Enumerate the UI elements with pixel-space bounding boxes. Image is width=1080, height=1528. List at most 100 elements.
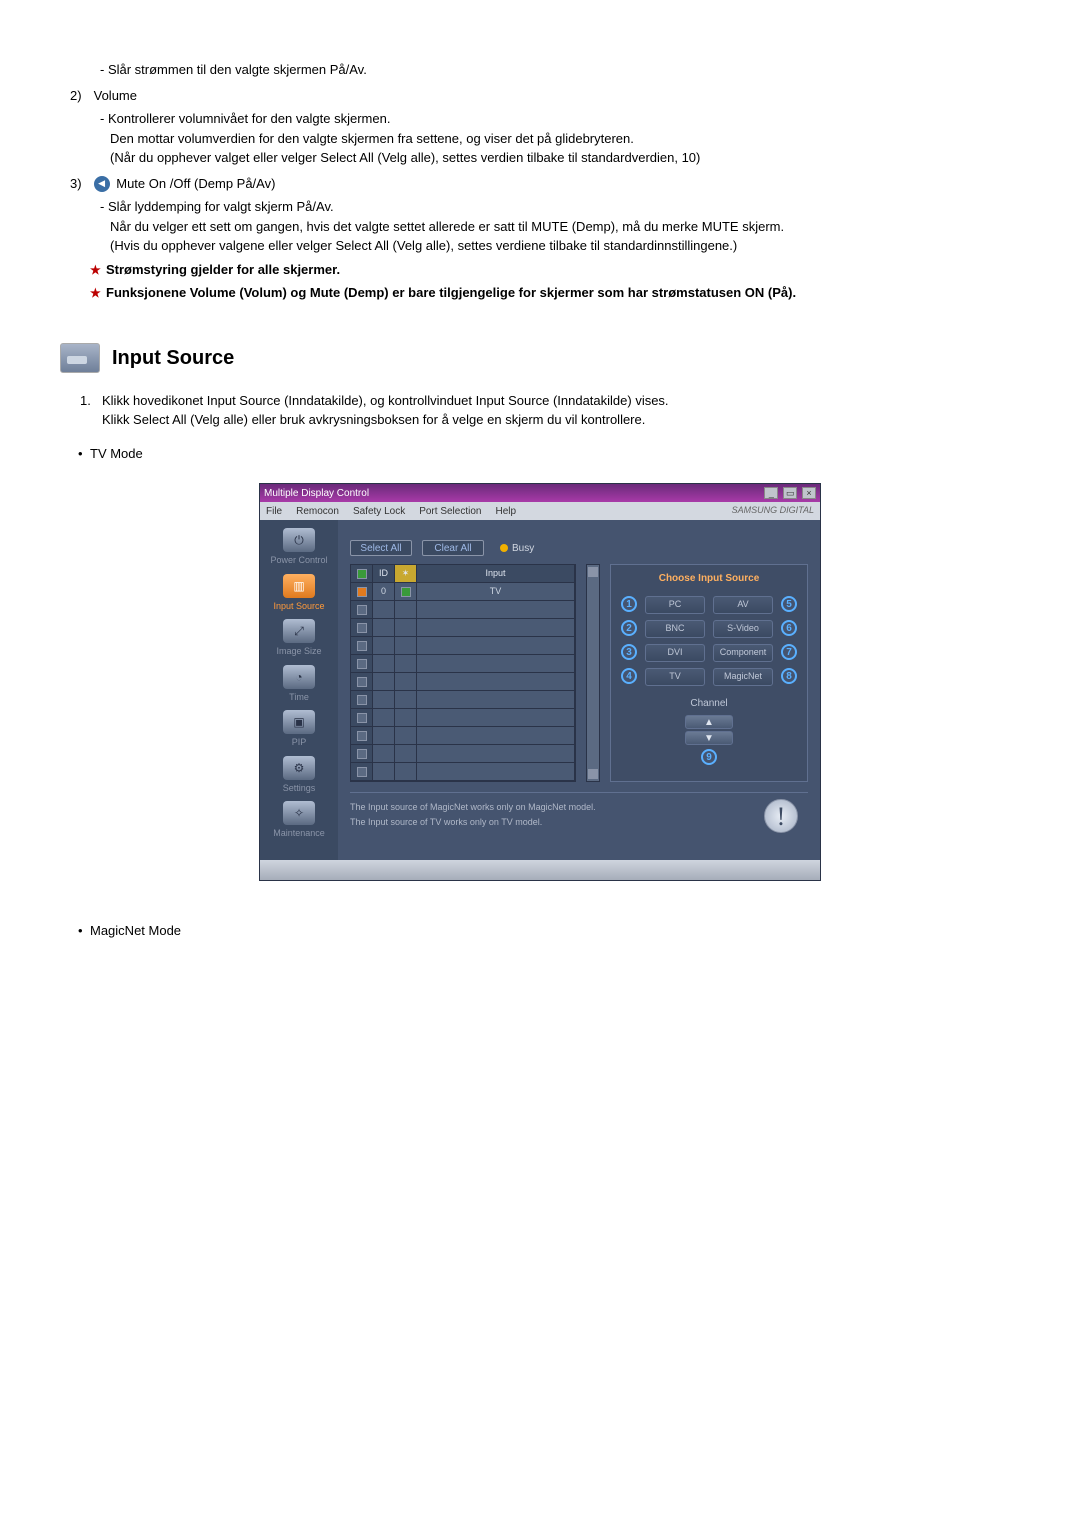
row-checkbox[interactable]: [357, 695, 367, 705]
select-all-button[interactable]: Select All: [350, 540, 412, 556]
table-row[interactable]: [351, 745, 575, 763]
mute-icon: ◀: [94, 176, 110, 192]
image-size-icon: ⤢: [283, 619, 315, 643]
window-statusbar: [260, 860, 820, 880]
restore-icon[interactable]: ▭: [783, 487, 797, 499]
callout-2: 2: [621, 620, 637, 636]
star-note-2: Funksjonene Volume (Volum) og Mute (Demp…: [90, 283, 1020, 303]
grid-scrollbar[interactable]: [586, 564, 600, 782]
item3-line2: Når du velger ett sett om gangen, hvis d…: [110, 217, 1020, 237]
numlist-1-text-a: Klikk hovedikonet Input Source (Inndatak…: [102, 393, 669, 408]
display-grid: ID ✶ Input 0 TV: [350, 564, 576, 782]
callout-6: 6: [781, 620, 797, 636]
close-icon[interactable]: ×: [802, 487, 816, 499]
source-pc-button[interactable]: PC: [645, 596, 705, 614]
row-checkbox[interactable]: [357, 749, 367, 759]
item2-number: 2): [70, 86, 90, 106]
table-row[interactable]: [351, 673, 575, 691]
row-checkbox[interactable]: [357, 767, 367, 777]
item3-number: 3): [70, 174, 90, 194]
row-checkbox[interactable]: [357, 605, 367, 615]
callout-1: 1: [621, 596, 637, 612]
source-av-button[interactable]: AV: [713, 596, 773, 614]
row-checkbox[interactable]: [357, 587, 367, 597]
grid-head-input: Input: [417, 565, 575, 583]
brand-label: SAMSUNG DIGITAL: [732, 504, 814, 518]
window-titlebar: Multiple Display Control _ ▭ ×: [260, 484, 820, 502]
scroll-up-icon[interactable]: [588, 567, 598, 577]
table-row[interactable]: [351, 709, 575, 727]
input-source-section-icon: [60, 343, 100, 373]
menu-file[interactable]: File: [266, 504, 282, 519]
table-row[interactable]: 0 TV: [351, 583, 575, 601]
row-checkbox[interactable]: [357, 641, 367, 651]
screenshot-notes: The Input source of MagicNet works only …: [350, 792, 808, 833]
window-controls[interactable]: _ ▭ ×: [762, 486, 816, 501]
grid-head-id: ID: [373, 565, 395, 583]
choose-title: Choose Input Source: [617, 571, 801, 586]
table-row[interactable]: [351, 601, 575, 619]
row-checkbox[interactable]: [357, 677, 367, 687]
row-input: TV: [417, 583, 575, 601]
table-row[interactable]: [351, 619, 575, 637]
pip-icon: ▣: [283, 710, 315, 734]
source-tv-button[interactable]: TV: [645, 668, 705, 686]
table-row[interactable]: [351, 691, 575, 709]
item2-line1: - Kontrollerer volumnivået for den valgt…: [100, 109, 1020, 129]
row-checkbox[interactable]: [357, 623, 367, 633]
grid-head-check[interactable]: [351, 565, 373, 583]
table-row[interactable]: [351, 727, 575, 745]
sidebar-item-pip[interactable]: ▣ PIP: [265, 710, 333, 750]
settings-icon: ⚙: [283, 756, 315, 780]
menu-port-selection[interactable]: Port Selection: [419, 504, 481, 519]
app-screenshot: Multiple Display Control _ ▭ × File Remo…: [259, 483, 821, 881]
sidebar-item-settings[interactable]: ⚙ Settings: [265, 756, 333, 796]
callout-7: 7: [781, 644, 797, 660]
busy-dot-icon: [500, 544, 508, 552]
choose-input-panel: Choose Input Source 1 PC AV 5 2 BNC S-Vi…: [610, 564, 808, 782]
item2-title: Volume: [94, 88, 137, 103]
menubar: File Remocon Safety Lock Port Selection …: [260, 502, 820, 520]
busy-indicator: Busy: [500, 541, 534, 556]
table-row[interactable]: [351, 637, 575, 655]
menu-remocon[interactable]: Remocon: [296, 504, 339, 519]
menu-help[interactable]: Help: [495, 504, 516, 519]
channel-down-button[interactable]: ▼: [685, 731, 733, 745]
sidebar-item-input-source[interactable]: ▥ Input Source: [265, 574, 333, 614]
callout-8: 8: [781, 668, 797, 684]
callout-3: 3: [621, 644, 637, 660]
source-dvi-button[interactable]: DVI: [645, 644, 705, 662]
callout-5: 5: [781, 596, 797, 612]
minimize-icon[interactable]: _: [764, 487, 778, 499]
info-icon: !: [764, 799, 798, 833]
row-checkbox[interactable]: [357, 731, 367, 741]
row-checkbox[interactable]: [357, 713, 367, 723]
source-bnc-button[interactable]: BNC: [645, 620, 705, 638]
clear-all-button[interactable]: Clear All: [422, 540, 484, 556]
callout-4: 4: [621, 668, 637, 684]
table-row[interactable]: [351, 655, 575, 673]
maintenance-icon: ✧: [283, 801, 315, 825]
section-title: Input Source: [112, 343, 234, 373]
table-row[interactable]: [351, 763, 575, 781]
row-id: 0: [373, 583, 395, 601]
source-svideo-button[interactable]: S-Video: [713, 620, 773, 638]
grid-head-status: ✶: [395, 565, 417, 583]
sidebar-item-power[interactable]: ⏻ Power Control: [265, 528, 333, 568]
row-checkbox[interactable]: [357, 659, 367, 669]
window-title: Multiple Display Control: [264, 486, 369, 501]
item3-title: Mute On /Off (Demp På/Av): [116, 176, 275, 191]
source-magicnet-button[interactable]: MagicNet: [713, 668, 773, 686]
sidebar-item-image-size[interactable]: ⤢ Image Size: [265, 619, 333, 659]
numlist-1-text-b: Klikk Select All (Velg alle) eller bruk …: [102, 412, 645, 427]
channel-up-button[interactable]: ▲: [685, 715, 733, 729]
sidebar: ⏻ Power Control ▥ Input Source ⤢ Image S…: [260, 520, 338, 860]
sidebar-item-time[interactable]: ◔ Time: [265, 665, 333, 705]
note-line-1: The Input source of MagicNet works only …: [350, 801, 596, 815]
menu-safety-lock[interactable]: Safety Lock: [353, 504, 405, 519]
numlist-1-number: 1.: [80, 391, 91, 411]
source-component-button[interactable]: Component: [713, 644, 773, 662]
sidebar-item-maintenance[interactable]: ✧ Maintenance: [265, 801, 333, 841]
item3-line1: - Slår lyddemping for valgt skjerm På/Av…: [100, 197, 1020, 217]
scroll-down-icon[interactable]: [588, 769, 598, 779]
